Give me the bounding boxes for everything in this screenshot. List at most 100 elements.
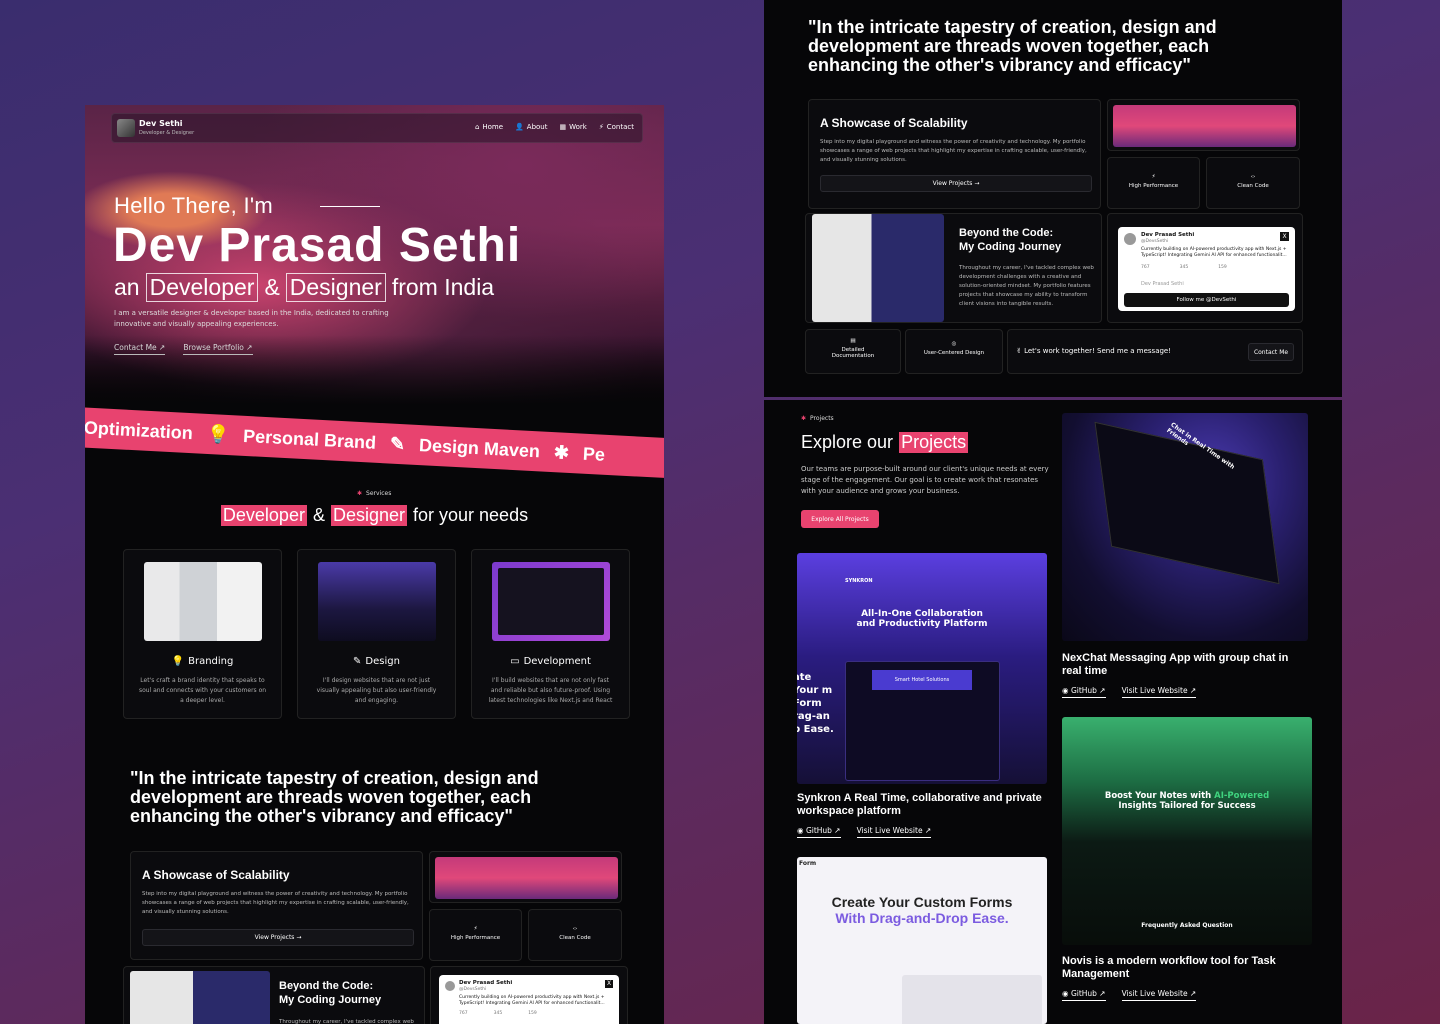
brand-name[interactable]: Dev Sethi	[139, 119, 183, 128]
form-canvas-mock	[902, 975, 1042, 1024]
showcase-description: Step into my digital playground and witn…	[820, 139, 1087, 163]
palette-icon: ◎	[951, 341, 957, 347]
cta-text: ✌ Let's work together! Send me a message…	[1016, 347, 1172, 355]
view-projects-button[interactable]: View Projects →	[142, 929, 414, 946]
synkron-sub-banner: Smart Hotel Solutions	[872, 670, 972, 690]
journey-description: Throughout my career, I've tackled compl…	[279, 1019, 414, 1024]
tweet-text: Currently building on AI-powered product…	[1141, 247, 1287, 258]
asterisk-icon: ✱	[357, 490, 363, 497]
lightbulb-icon: 💡	[171, 656, 185, 667]
role-prefix: an	[114, 274, 140, 300]
services-tag: ✱ Services	[357, 490, 392, 497]
hero-links: Contact Me ↗ Browse Portfolio ↗	[114, 343, 253, 355]
synkron-inner-card: Smart Hotel Solutions	[845, 661, 1000, 781]
laptop-clouds-image	[435, 857, 618, 899]
github-icon: ◉	[1062, 989, 1071, 1001]
tweet-card[interactable]: Dev Prasad Sethi @DevsSethi X Currently …	[1118, 227, 1295, 311]
code-icon: ‹›	[1250, 174, 1256, 180]
showcase-image-card	[1107, 99, 1300, 151]
service-card-branding[interactable]: 💡 Branding Let's craft a brand identity t…	[123, 549, 282, 719]
hero-section: Dev Sethi Developer & Designer ⌂ Home 👤 Ab…	[85, 105, 664, 405]
quote-text: "In the intricate tapestry of creation, …	[130, 768, 539, 826]
tweet-handle: @DevsSethi	[1141, 239, 1169, 244]
journey-description: Throughout my career, I've tackled compl…	[959, 265, 1094, 307]
x-logo-icon[interactable]: X	[605, 980, 613, 988]
bolt-icon: ⚡	[1151, 174, 1156, 180]
nav-work[interactable]: ▦ Work	[559, 123, 586, 131]
bolt-icon: ⚡	[598, 123, 604, 131]
retweet-count: 345	[1179, 265, 1189, 270]
tweet-card-wrapper: Dev Prasad Sethi @DevsSethi X Currently …	[430, 966, 628, 1024]
service-card-design[interactable]: ✎ Design I'll design websites that are no…	[297, 549, 456, 719]
hero-role: an Developer & Designer from India	[114, 273, 494, 302]
like-count: 159	[1218, 265, 1227, 270]
hero-name: Dev Prasad Sethi	[113, 219, 522, 272]
role-amp: &	[264, 274, 280, 300]
nexchat-live-link[interactable]: Visit Live Website ↗	[1121, 686, 1197, 698]
explore-projects-button[interactable]: Explore All Projects	[801, 510, 879, 528]
marquee-item: Optimization	[85, 417, 194, 443]
project-title-nexchat: NexChat Messaging App with group chat in…	[1062, 652, 1289, 677]
form-builder-preview-image[interactable]: Form Create Your Custom Forms With Drag-…	[797, 857, 1047, 1024]
high-performance-card: ⚡ High Performance	[429, 909, 522, 961]
nav-home[interactable]: ⌂ Home	[475, 123, 503, 131]
journey-card: Beyond the Code: My Coding Journey Throu…	[123, 966, 425, 1024]
role-developer: Developer	[145, 273, 259, 302]
showcase-title: A Showcase of Scalability	[142, 868, 290, 882]
nav-about[interactable]: 👤 About	[515, 123, 547, 131]
tweet-card[interactable]: Dev Prasad Sethi @DevsSethi X Currently …	[439, 975, 619, 1024]
development-preview-image	[492, 562, 610, 641]
briefcase-icon: ▦	[559, 123, 567, 131]
novis-github-link[interactable]: ◉ GitHub ↗	[1062, 989, 1106, 1001]
showcase-image-card	[429, 851, 622, 903]
quote-text: "In the intricate tapestry of creation, …	[808, 17, 1217, 75]
marquee-item: Design Maven	[418, 434, 541, 461]
service-title: ✎ Design	[353, 656, 400, 667]
novis-live-link[interactable]: Visit Live Website ↗	[1121, 989, 1197, 1001]
nexchat-github-link[interactable]: ◉ GitHub ↗	[1062, 686, 1106, 698]
navbar: Dev Sethi Developer & Designer ⌂ Home 👤 Ab…	[111, 113, 643, 143]
github-icon: ◉	[797, 826, 806, 838]
projects-heading: Explore our Projects	[801, 432, 969, 453]
skills-marquee: Optimization 💡 Personal Brand ✎ Design M…	[85, 407, 664, 479]
service-title: 💡 Branding	[171, 656, 234, 667]
showcase-card: A Showcase of Scalability Step into my d…	[130, 851, 423, 960]
service-card-development[interactable]: ▭ Development I'll build websites that ar…	[471, 549, 630, 719]
project-title-synkron: Synkron A Real Time, collaborative and p…	[797, 792, 1042, 817]
projects-tag: ✱ Projects	[801, 415, 834, 422]
x-logo-icon[interactable]: X	[1280, 232, 1289, 241]
journey-card: Beyond the Code: My Coding Journey Throu…	[805, 213, 1102, 323]
tweet-stats: 767 345 159	[1141, 265, 1227, 270]
novis-preview-image[interactable]: Boost Your Notes with AI-Powered Insight…	[1062, 717, 1312, 945]
clean-code-feature: ‹› Clean Code	[1237, 174, 1269, 189]
journey-title: Beyond the Code: My Coding Journey	[279, 980, 382, 1006]
tools-icon: ✎	[389, 433, 406, 454]
synkron-links: ◉ GitHub ↗ Visit Live Website ↗	[797, 826, 932, 838]
synkron-live-link[interactable]: Visit Live Website ↗	[856, 826, 932, 838]
nav-contact[interactable]: ⚡ Contact	[599, 123, 634, 131]
synkron-github-link[interactable]: ◉ GitHub ↗	[797, 826, 841, 838]
greeting-divider	[320, 206, 380, 207]
design-preview-image	[318, 562, 436, 641]
novis-faq: Frequently Asked Question	[1141, 922, 1233, 929]
form-brand: Form	[799, 860, 817, 867]
monitor-icon: ▭	[510, 656, 520, 667]
retweet-count: 345	[493, 1011, 503, 1016]
view-projects-button[interactable]: View Projects →	[820, 175, 1092, 192]
synkron-preview-image[interactable]: SYNKRON All-In-One Collaboration and Pro…	[797, 553, 1047, 784]
nexchat-laptop-image[interactable]: Chat in Real Time with Friends	[1062, 413, 1308, 641]
clean-code-card: ‹› Clean Code	[1206, 157, 1300, 209]
clean-code-feature: ‹› Clean Code	[559, 926, 591, 941]
cta-contact-button[interactable]: Contact Me	[1248, 343, 1294, 361]
journey-title: Beyond the Code: My Coding Journey	[959, 227, 1062, 253]
contact-me-link[interactable]: Contact Me ↗	[114, 343, 166, 355]
document-icon: ▤	[850, 338, 856, 344]
brand-subtitle: Developer & Designer	[139, 130, 195, 136]
browse-portfolio-link[interactable]: Browse Portfolio ↗	[183, 343, 253, 355]
novis-heading: Boost Your Notes with AI-Powered Insight…	[1104, 791, 1270, 811]
avatar[interactable]	[117, 119, 135, 137]
user-icon: 👤	[515, 123, 524, 131]
bolt-icon: ⚡	[473, 926, 478, 932]
follow-button[interactable]: Follow me @DevSethi	[1124, 293, 1289, 307]
github-icon: ◉	[1062, 686, 1071, 698]
